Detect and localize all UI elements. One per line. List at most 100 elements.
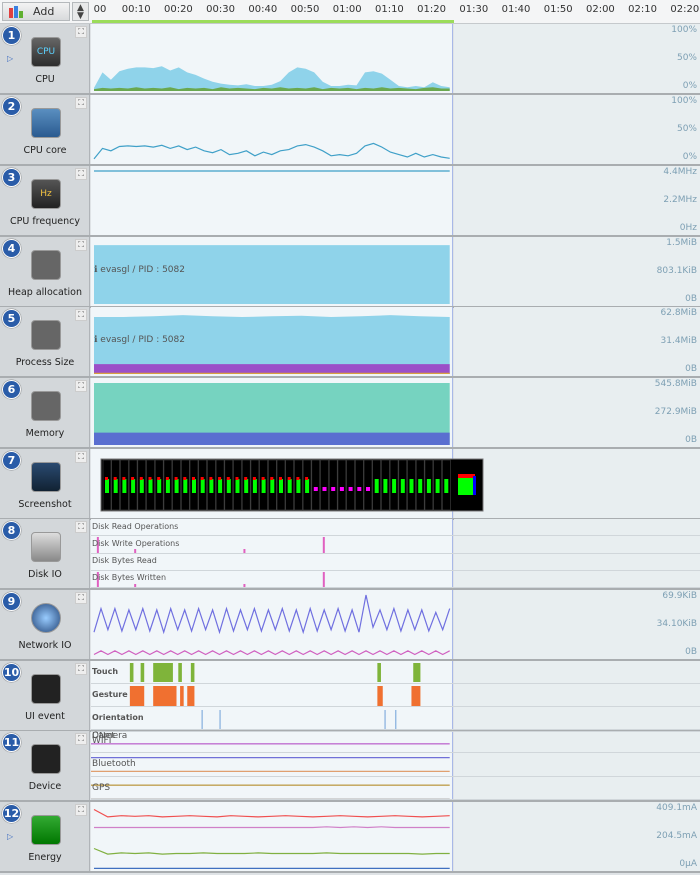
thumbnail-content [348, 487, 353, 491]
screenshot-thumbnail[interactable] [337, 459, 347, 511]
graph-area[interactable]: 62.8MiB 31.4MiB 0B ℹ evasgl / PID : 5082 [91, 307, 700, 376]
expand-triangle-icon[interactable]: ▷ [7, 54, 13, 63]
sub-track-label: Gesture [92, 689, 128, 699]
expand-icon[interactable]: ⛶ [75, 309, 87, 321]
row-header[interactable]: 9 ⛶ Network IO [0, 590, 90, 659]
row-label: Memory [25, 428, 65, 439]
row-number-badge: 2 [2, 97, 21, 116]
row-label: Energy [28, 852, 62, 863]
screenshot-thumbnail[interactable] [311, 459, 321, 511]
graph [100, 458, 484, 512]
screenshot-thumbnail[interactable] [346, 459, 355, 511]
sub-track [91, 571, 700, 588]
process-icon [31, 320, 61, 350]
expand-icon[interactable]: ⛶ [75, 380, 87, 392]
graph [93, 142, 450, 160]
row-number-badge: 12 [2, 804, 21, 823]
graph-area[interactable]: 69.9KiB 34.10KiB 0B [91, 590, 700, 659]
screenshot-thumbnail[interactable] [363, 459, 373, 511]
timeline-tick: 01:50 [543, 4, 573, 15]
expand-icon[interactable]: ⛶ [75, 733, 87, 745]
thumbnail-content [148, 479, 153, 493]
row-header[interactable]: 5 ⛶ Process Size [0, 307, 90, 376]
sub-track-label: Orientation [92, 712, 144, 722]
thumbnail-content [139, 479, 144, 493]
memory-used-area [94, 432, 450, 445]
sub-track [91, 519, 700, 537]
graph [94, 383, 450, 445]
row-header[interactable]: 10 ⛶ UI event [0, 661, 90, 730]
sub-track [91, 731, 700, 753]
row-header[interactable]: 2 ⛶ CPU core [0, 95, 90, 164]
thumbnail-content [366, 487, 370, 491]
axis-max: 100% [671, 96, 697, 106]
expand-icon[interactable]: ⛶ [75, 168, 87, 180]
row-cpu-frequency: 3 ⛶ Hz CPU frequency 4.4MHz 2.2MHz 0Hz [0, 166, 700, 237]
icon-text: CPU [36, 47, 56, 57]
graph-area[interactable]: 4.4MHz 2.2MHz 0Hz [91, 166, 700, 235]
expand-icon[interactable]: ⛶ [75, 97, 87, 109]
timeline-tick: 00:50 [290, 4, 320, 15]
expand-icon[interactable]: ⛶ [75, 804, 87, 816]
row-label: Heap allocation [7, 287, 82, 298]
thumbnail-content [435, 479, 440, 493]
timeline-tick: 01:00 [332, 4, 362, 15]
row-header[interactable]: 1 ⛶ ▷ CPU CPU [0, 24, 90, 93]
axis-mid: 272.9MiB [654, 407, 697, 417]
row-header[interactable]: 6 ⛶ Memory [0, 378, 90, 447]
sub-track-label: Disk Bytes Written [92, 573, 167, 583]
axis-max: 409.1mA [656, 803, 697, 813]
thumbnail-content [131, 477, 135, 480]
thumbnail-content [131, 479, 136, 493]
add-button[interactable]: Add [2, 2, 70, 21]
expand-icon[interactable]: ⛶ [75, 592, 87, 604]
expand-icon[interactable]: ⛶ [75, 451, 87, 463]
expand-icon[interactable]: ⛶ [75, 663, 87, 675]
row-number-badge: 11 [2, 733, 21, 752]
row-header[interactable]: 8 ⛶ Disk IO [0, 519, 90, 588]
row-number-badge: 9 [2, 592, 21, 611]
axis-max: 545.8MiB [654, 379, 697, 389]
thumbnail-content [174, 477, 178, 480]
thumbnail-content [122, 477, 126, 480]
graph-area[interactable]: 100% 50% 0% [91, 24, 700, 93]
row-number-badge: 7 [2, 451, 21, 470]
expand-icon[interactable]: ⛶ [75, 521, 87, 533]
axis-min: 0B [685, 647, 697, 657]
expand-icon[interactable]: ⛶ [75, 239, 87, 251]
thumbnail-content [279, 479, 283, 493]
row-number-badge: 5 [2, 309, 21, 328]
row-header[interactable]: 11 ⛶ Device [0, 731, 90, 800]
row-number-badge: 3 [2, 168, 21, 187]
thumbnail-content [218, 477, 222, 480]
graph-area[interactable]: 100% 50% 0% [91, 95, 700, 164]
graph-area[interactable] [91, 449, 700, 518]
graph-area[interactable]: Touch Gesture Orientation [91, 661, 700, 730]
cpu-core-line [93, 142, 450, 160]
energy-green-line [93, 847, 450, 855]
up-down-arrows-icon[interactable]: ▲ ▼ [72, 2, 89, 21]
graph-area[interactable]: WIFI Bluetooth GPS DNet Camera [91, 731, 700, 800]
row-ui-event: 10 ⛶ UI event Touch Gesture Orientation [0, 661, 700, 732]
thumbnail-content [139, 477, 143, 480]
axis-mid: 34.10KiB [656, 619, 697, 629]
row-header[interactable]: 7 ⛶ Screenshot [0, 449, 90, 518]
row-header[interactable]: 4 ⛶ Heap allocation [0, 237, 90, 306]
thumbnail-content [418, 479, 423, 493]
graph-area[interactable]: Disk Read Operations Disk Write Operation… [91, 519, 700, 588]
expand-icon[interactable]: ⛶ [75, 26, 87, 38]
graph-area[interactable]: 1.5MiB 803.1KiB 0B ℹ evasgl / PID : 5082 [91, 237, 700, 306]
screenshot-thumbnail[interactable] [354, 459, 364, 511]
expand-triangle-icon[interactable]: ▷ [7, 832, 13, 841]
row-label: Screenshot [18, 499, 72, 510]
row-header[interactable]: 12 ⛶ ▷ Energy [0, 802, 90, 871]
screenshot-thumbnail[interactable] [320, 459, 329, 511]
thumbnail-content [122, 479, 127, 493]
screenshot-thumbnail[interactable] [328, 459, 338, 511]
thumbnail-content [174, 479, 179, 493]
axis-min: 0% [682, 81, 697, 91]
graph-area[interactable]: 545.8MiB 272.9MiB 0B [91, 378, 700, 447]
row-header[interactable]: 3 ⛶ Hz CPU frequency [0, 166, 90, 235]
row-label: Network IO [18, 640, 72, 651]
graph-area[interactable]: 409.1mA 204.5mA 0µA [91, 802, 700, 871]
